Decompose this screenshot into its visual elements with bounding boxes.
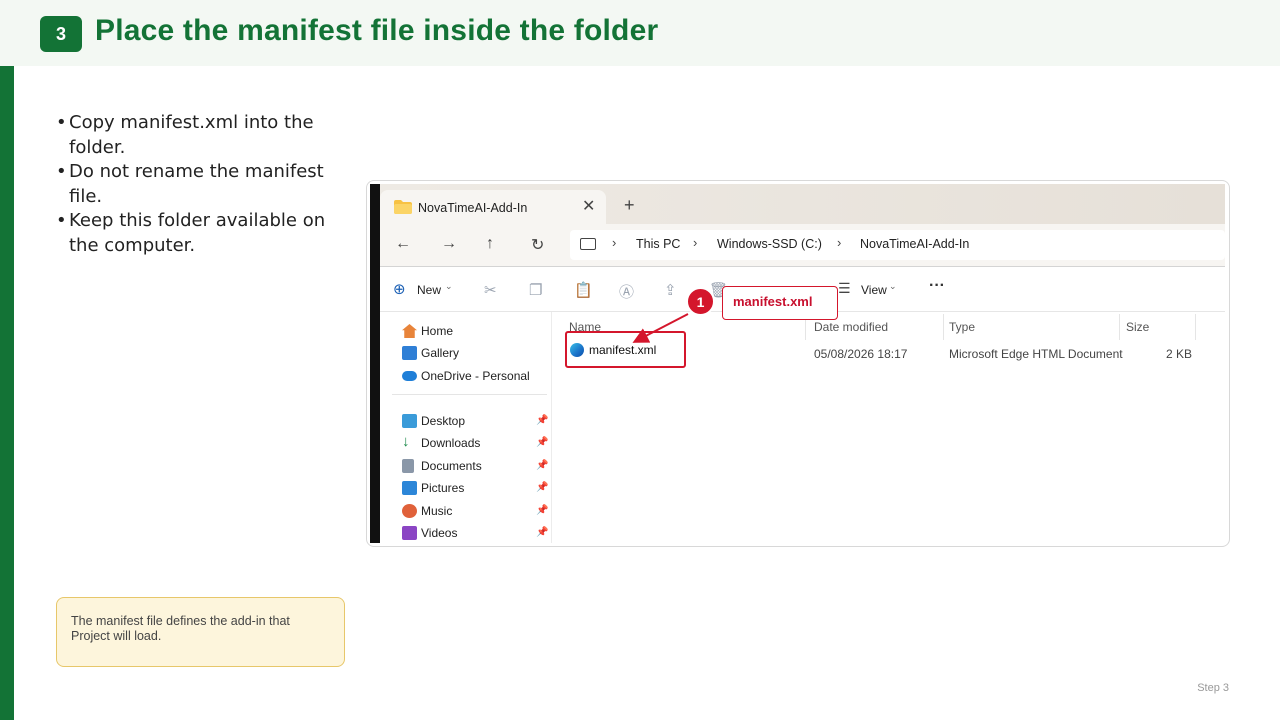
document-icon	[402, 459, 414, 473]
tab-label: NovaTimeAI-Add-In	[418, 201, 528, 215]
view-icon[interactable]: ☰	[838, 280, 851, 297]
nav-label: Pictures	[421, 481, 465, 495]
nav-label: Documents	[421, 459, 482, 473]
new-tab-icon[interactable]: +	[624, 195, 635, 216]
bullet-item: • Do not rename the manifest file.	[56, 161, 324, 207]
column-header-date[interactable]: Date modified	[814, 320, 888, 334]
nav-label: Downloads	[421, 436, 481, 450]
column-header-type[interactable]: Type	[949, 320, 975, 334]
chevron-right-icon[interactable]: ›	[837, 235, 841, 250]
pin-icon: 📌	[536, 482, 549, 493]
file-size: 2 KB	[1166, 347, 1193, 361]
nav-label: Home	[421, 324, 454, 338]
bullet-item: • Keep this folder available on the compu…	[56, 210, 326, 256]
bullet-dot: •	[56, 210, 67, 231]
this-pc-icon	[580, 238, 596, 250]
nav-label: Videos	[421, 526, 458, 540]
info-note: The manifest file defines the add-in tha…	[56, 597, 345, 667]
home-icon	[402, 324, 417, 338]
nav-item-videos[interactable]: Videos 📌	[402, 524, 552, 543]
folder-icon	[394, 200, 412, 214]
cut-icon[interactable]: ✂	[484, 281, 497, 299]
nav-item-downloads[interactable]: ↓ Downloads 📌	[402, 433, 552, 454]
breadcrumb-this-pc[interactable]: This PC	[636, 237, 680, 251]
left-accent-bar	[0, 66, 14, 720]
nav-item-music[interactable]: Music 📌	[402, 502, 552, 522]
column-header-size[interactable]: Size	[1126, 320, 1149, 334]
up-icon[interactable]: ↑	[486, 235, 494, 253]
forward-icon[interactable]: →	[441, 235, 457, 253]
callout-label: manifest.xml	[722, 286, 838, 320]
back-icon[interactable]: ←	[395, 235, 411, 253]
pin-icon: 📌	[536, 460, 549, 471]
callout-number-badge: 1	[686, 287, 715, 316]
slide-title: Place the manifest file inside the folde…	[95, 14, 659, 47]
cloud-icon	[402, 371, 417, 381]
nav-label: OneDrive - Personal	[421, 369, 530, 383]
share-icon[interactable]: ⇪	[664, 281, 677, 299]
breadcrumb-folder[interactable]: NovaTimeAI-Add-In	[860, 237, 969, 251]
navigation-bar: ← → ↑ ↻ › This PC › Windows-SSD (C:) › N…	[380, 224, 1225, 267]
column-divider[interactable]	[943, 314, 944, 340]
instruction-list: • Copy manifest.xml into the folder. • Do …	[56, 111, 346, 258]
view-button[interactable]: View	[861, 283, 887, 297]
bullet-dot: •	[56, 161, 67, 182]
pin-icon: 📌	[536, 437, 549, 448]
file-date: 05/08/2026 18:17	[814, 347, 908, 361]
chevron-down-icon[interactable]: ⌄	[889, 281, 897, 292]
footer-step-label: Step 3	[1197, 682, 1229, 694]
nav-item-documents[interactable]: Documents 📌	[402, 457, 552, 477]
pin-icon: 📌	[536, 505, 549, 516]
download-icon: ↓	[402, 433, 410, 450]
explorer-screenshot: NovaTimeAI-Add-In ✕ + ← → ↑ ↻ › This PC …	[366, 180, 1230, 547]
window-edge	[370, 184, 380, 543]
music-icon	[402, 504, 417, 518]
nav-item-onedrive[interactable]: OneDrive - Personal	[402, 367, 552, 387]
more-options-icon[interactable]: ···	[929, 277, 945, 295]
chevron-right-icon[interactable]: ›	[612, 235, 616, 250]
divider	[392, 394, 547, 395]
tab-novatimeai[interactable]: NovaTimeAI-Add-In ✕	[380, 190, 606, 224]
nav-label: Music	[421, 504, 453, 518]
paste-icon[interactable]: 📋	[574, 281, 593, 299]
highlight-box	[565, 331, 686, 368]
column-divider[interactable]	[1195, 314, 1196, 340]
file-type: Microsoft Edge HTML Document	[949, 347, 1123, 361]
file-explorer-window: NovaTimeAI-Add-In ✕ + ← → ↑ ↻ › This PC …	[370, 184, 1225, 543]
breadcrumb-drive[interactable]: Windows-SSD (C:)	[717, 237, 822, 251]
video-icon	[402, 526, 417, 540]
refresh-icon[interactable]: ↻	[531, 235, 544, 255]
step-badge: 3	[40, 16, 82, 52]
chevron-right-icon[interactable]: ›	[693, 235, 697, 250]
column-divider[interactable]	[1119, 314, 1120, 340]
nav-item-home[interactable]: Home	[402, 322, 552, 342]
nav-label: Gallery	[421, 346, 460, 360]
bullet-item: • Copy manifest.xml into the folder.	[56, 112, 314, 158]
chevron-down-icon[interactable]: ⌄	[445, 281, 453, 292]
nav-label: Desktop	[421, 414, 466, 428]
pin-icon: 📌	[536, 527, 549, 538]
nav-item-pictures[interactable]: Pictures 📌	[402, 479, 552, 499]
bullet-dot: •	[56, 112, 67, 133]
desktop-icon	[402, 414, 417, 428]
copy-icon[interactable]: ❐	[529, 281, 542, 299]
address-bar[interactable]: › This PC › Windows-SSD (C:) › NovaTimeA…	[570, 230, 1225, 260]
navigation-pane: Home Gallery OneDrive - Personal Desktop…	[380, 312, 552, 543]
slide-header: 3 Place the manifest file inside the fol…	[0, 0, 1280, 66]
new-icon[interactable]: ⊕	[393, 280, 406, 298]
nav-item-gallery[interactable]: Gallery	[402, 344, 552, 364]
pin-icon: 📌	[536, 415, 549, 426]
picture-icon	[402, 481, 417, 495]
gallery-icon	[402, 346, 417, 360]
nav-item-desktop[interactable]: Desktop 📌	[402, 412, 552, 432]
close-icon[interactable]: ✕	[582, 196, 595, 216]
new-button[interactable]: New	[417, 283, 441, 297]
rename-icon[interactable]: Ⓐ	[619, 281, 634, 302]
tab-strip: NovaTimeAI-Add-In ✕ +	[380, 184, 1225, 224]
